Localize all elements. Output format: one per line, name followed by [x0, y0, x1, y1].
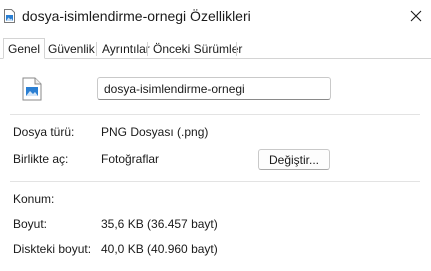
size-on-disk-label: Diskteki boyut: [13, 242, 92, 256]
file-name-field[interactable] [97, 77, 331, 100]
window-title: dosya-isimlendirme-ornegi Özellikleri [22, 8, 251, 24]
file-type-label: Dosya türü: [13, 125, 75, 139]
image-file-icon [22, 77, 42, 101]
divider [10, 114, 420, 115]
opens-with-label: Birlikte aç: [13, 152, 69, 166]
tab-ayrintilar[interactable]: Ayrıntılar [98, 40, 154, 58]
size-label: Boyut: [13, 217, 48, 231]
location-label: Konum: [13, 192, 55, 206]
change-button[interactable]: Değiştir... [258, 149, 330, 170]
close-button[interactable] [401, 0, 431, 32]
opens-with-value: Fotoğraflar [101, 152, 160, 166]
size-value: 35,6 KB (36.457 bayt) [101, 217, 218, 231]
file-type-value: PNG Dosyası (.png) [101, 125, 209, 139]
tab-separator [147, 42, 148, 56]
title-bar: dosya-isimlendirme-ornegi Özellikleri [0, 0, 431, 34]
tab-genel[interactable]: Genel [3, 38, 46, 59]
size-on-disk-value: 40,0 KB (40.960 bayt) [101, 242, 218, 256]
tab-onceki-surumler[interactable]: Önceki Sürümler [149, 40, 246, 58]
close-icon [410, 10, 422, 22]
tab-separator [236, 42, 237, 56]
image-file-icon [4, 9, 15, 23]
tab-guvenlik[interactable]: Güvenlik [44, 40, 99, 58]
tab-separator [96, 42, 97, 56]
divider [10, 181, 420, 182]
